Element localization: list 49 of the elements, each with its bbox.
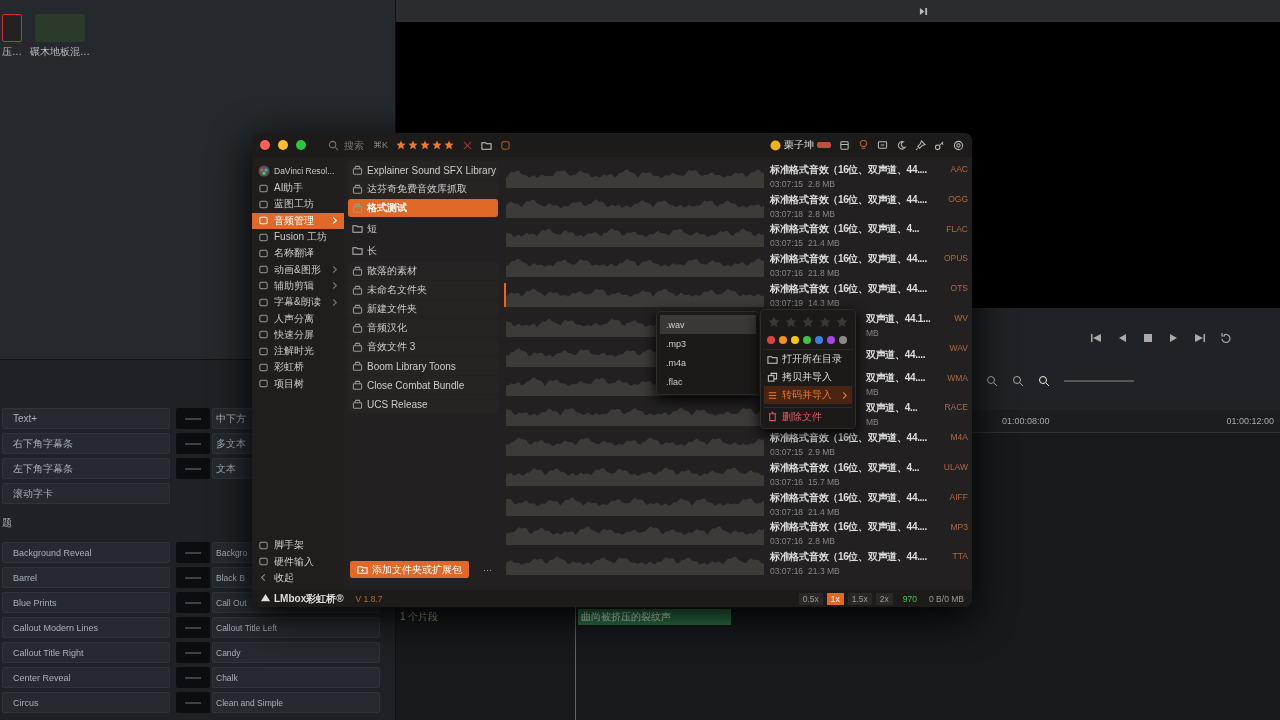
file-time: 03:07:15 bbox=[770, 447, 804, 458]
file-size: MB bbox=[866, 417, 879, 428]
clip-label: 压… bbox=[2, 45, 22, 59]
user-name: 栗子坤 bbox=[784, 138, 814, 152]
file-time: 03:07:15 bbox=[770, 178, 804, 189]
storage-usage: 0 B/0 MB bbox=[929, 593, 964, 604]
file-size: 21.3 MB bbox=[808, 566, 840, 577]
file-size: MB bbox=[866, 327, 879, 338]
format-tag: WMA bbox=[936, 369, 968, 383]
file-size: 2.9 MB bbox=[808, 447, 836, 458]
file-time: 03:07:16 bbox=[770, 268, 804, 279]
file-size: 21.4 MB bbox=[808, 238, 840, 249]
brand-name: LMbox彩虹桥® bbox=[274, 591, 344, 606]
file-time: 03:07:18 bbox=[770, 208, 804, 219]
format-tag: OGG bbox=[936, 190, 968, 204]
file-size: 14.3 MB bbox=[808, 298, 840, 309]
version-label: V 1.8.7 bbox=[355, 593, 383, 604]
file-size: 2.8 MB bbox=[808, 208, 836, 219]
format-tag: WV bbox=[936, 310, 968, 323]
format-tag: M4A bbox=[936, 429, 968, 443]
format-tag: WAV bbox=[936, 339, 968, 353]
format-tag: MP3 bbox=[936, 518, 968, 532]
file-count: 970 bbox=[902, 593, 918, 604]
clip-label: 碾木地板混… bbox=[30, 45, 90, 59]
format-tag: ULAW bbox=[936, 458, 968, 472]
format-tag: RACE bbox=[936, 399, 968, 413]
file-size: 21.8 MB bbox=[808, 268, 840, 279]
shortcut-hint: ⌘K bbox=[373, 140, 388, 150]
format-tag: AIFF bbox=[936, 488, 968, 502]
format-tag: TTA bbox=[936, 548, 968, 562]
timecode: 01:00:12:00 bbox=[1226, 416, 1274, 426]
format-tag: OTS bbox=[936, 280, 968, 294]
file-size: MB bbox=[866, 387, 879, 398]
file-time: 03:07:18 bbox=[770, 506, 804, 517]
app-name: DaVinci Resol... bbox=[274, 165, 336, 176]
format-tag: OPUS bbox=[936, 250, 968, 264]
file-size: 2.8 MB bbox=[808, 536, 836, 547]
file-time: 03:07:15 bbox=[770, 238, 804, 249]
timecode: 01:00:08:00 bbox=[1002, 416, 1050, 426]
format-tag: AAC bbox=[936, 161, 968, 174]
file-time: 03:07:19 bbox=[770, 298, 804, 309]
file-time: 03:07:16 bbox=[770, 536, 804, 547]
section-title: 题 bbox=[2, 516, 13, 530]
file-size: 2.8 MB bbox=[808, 178, 836, 189]
file-time: 03:07:16 bbox=[770, 566, 804, 577]
file-size: 21.4 MB bbox=[808, 506, 840, 517]
file-time: 03:07:16 bbox=[770, 476, 804, 487]
format-tag: FLAC bbox=[936, 220, 968, 234]
file-size: 15.7 MB bbox=[808, 476, 840, 487]
